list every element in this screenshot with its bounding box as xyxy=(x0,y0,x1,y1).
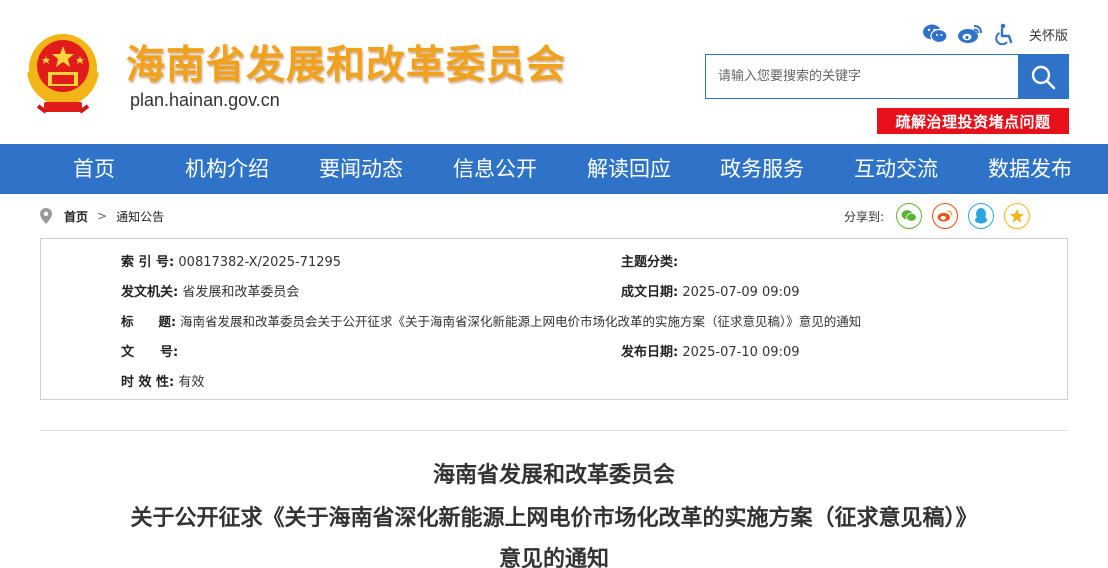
weibo-icon[interactable] xyxy=(957,22,983,46)
search-icon xyxy=(1031,65,1056,89)
accessibility-icon[interactable] xyxy=(992,22,1018,46)
weibo-share-icon[interactable] xyxy=(932,203,959,229)
wechat-share-icon[interactable] xyxy=(896,203,923,229)
meta-validity: 时 效 性: 有效 xyxy=(121,375,205,390)
care-mode-link[interactable]: 关怀版 xyxy=(1029,25,1068,44)
search-box xyxy=(705,54,1069,99)
breadcrumb-separator: > xyxy=(97,209,108,223)
document-title-line-1: 海南省发展和改革委员会 xyxy=(432,462,675,488)
meta-title: 标 题: 海南省发展和改革委员会关于公开征求《关于海南省深化新能源上网电价市场化… xyxy=(121,314,862,329)
meta-topic: 主题分类: xyxy=(621,255,679,270)
search-input[interactable] xyxy=(706,55,1018,98)
investment-obstacle-banner[interactable]: 疏解治理投资堵点问题 xyxy=(877,108,1069,134)
meta-title-value: 海南省发展和改革委员会关于公开征求《关于海南省深化新能源上网电价市场化改革的实施… xyxy=(179,314,862,329)
share-bar: 分享到: xyxy=(844,203,1040,229)
content-divider xyxy=(40,430,1068,431)
site-title[interactable]: 海南省发展和改革委员会 xyxy=(126,34,566,90)
meta-published: 发布日期: 2025-07-10 09:09 xyxy=(621,345,800,360)
document-title-line-3: 意见的通知 xyxy=(498,546,609,568)
site-domain: plan.hainan.gov.cn xyxy=(130,90,280,110)
main-nav: 首页 机构介绍 要闻动态 信息公开 解读回应 政务服务 互动交流 数据发布 xyxy=(0,144,1108,194)
meta-index-value: 00817382-X/2025-71295 xyxy=(178,255,342,270)
header-tools: 关怀版 xyxy=(922,22,1068,46)
nav-item-services[interactable]: 政务服务 xyxy=(720,144,804,194)
nav-item-news[interactable]: 要闻动态 xyxy=(319,144,403,194)
meta-published-value: 2025-07-10 09:09 xyxy=(682,345,800,360)
meta-created: 成文日期: 2025-07-09 09:09 xyxy=(621,285,800,300)
meta-docno: 文 号: xyxy=(121,345,179,360)
nav-item-home[interactable]: 首页 xyxy=(73,144,115,194)
national-emblem-logo[interactable] xyxy=(24,32,102,116)
meta-issuer-value: 省发展和改革委员会 xyxy=(182,285,300,300)
breadcrumb-current[interactable]: 通知公告 xyxy=(116,208,164,225)
meta-index: 索 引 号: 00817382-X/2025-71295 xyxy=(121,255,342,270)
document-title-line-2: 关于公开征求《关于海南省深化新能源上网电价市场化改革的实施方案（征求意见稿）》 xyxy=(130,505,978,531)
search-button[interactable] xyxy=(1018,55,1068,98)
meta-validity-value: 有效 xyxy=(178,375,205,390)
document-meta-box: 索 引 号: 00817382-X/2025-71295 主题分类: 发文机关:… xyxy=(40,238,1068,400)
qzone-share-icon[interactable] xyxy=(1004,203,1031,229)
nav-item-info-disclosure[interactable]: 信息公开 xyxy=(453,144,537,194)
qq-share-icon[interactable] xyxy=(968,203,995,229)
nav-item-interaction[interactable]: 互动交流 xyxy=(854,144,938,194)
nav-item-about[interactable]: 机构介绍 xyxy=(185,144,269,194)
nav-item-interpretation[interactable]: 解读回应 xyxy=(587,144,671,194)
meta-issuer: 发文机关: 省发展和改革委员会 xyxy=(121,285,300,300)
share-label: 分享到: xyxy=(844,209,885,224)
wechat-icon[interactable] xyxy=(922,22,948,46)
site-header: 海南省发展和改革委员会 plan.hainan.gov.cn 关怀版 请输入您要… xyxy=(0,0,1108,144)
location-pin-icon xyxy=(40,208,52,224)
meta-created-value: 2025-07-09 09:09 xyxy=(682,285,800,300)
breadcrumb-home-link[interactable]: 首页 xyxy=(64,208,88,225)
nav-item-data[interactable]: 数据发布 xyxy=(988,144,1072,194)
